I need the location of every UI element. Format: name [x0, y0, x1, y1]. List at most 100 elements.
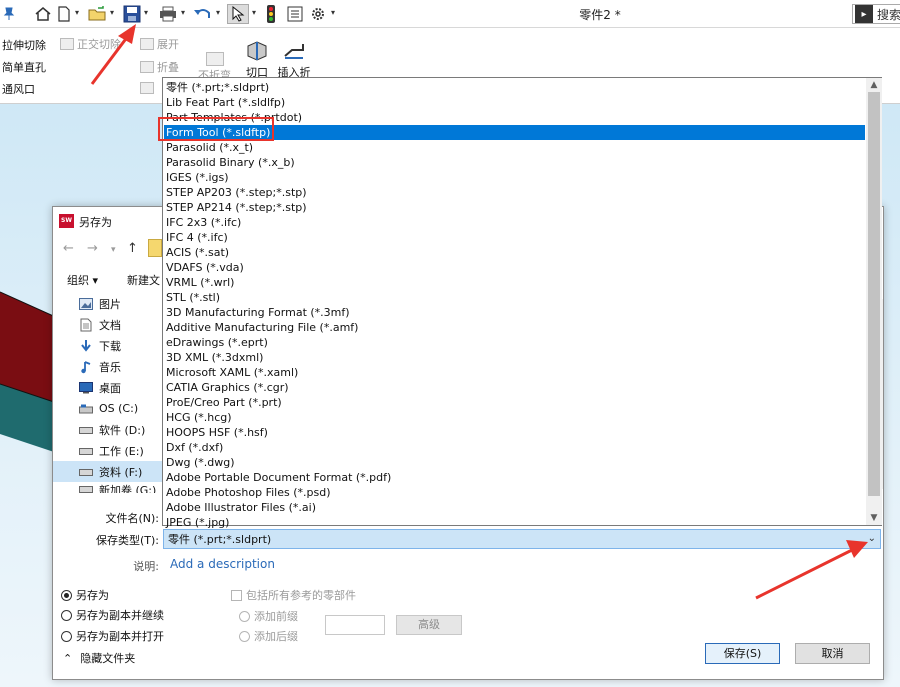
print-dropdown-arrow[interactable]: ▾ [181, 8, 189, 18]
scroll-down-arrow-icon[interactable]: ▼ [866, 511, 882, 525]
filetype-list-scrollbar[interactable]: ▲ ▼ [866, 78, 882, 525]
vent-command[interactable]: 通风口 [2, 81, 35, 97]
filetype-option[interactable]: 3D XML (*.3dxml) [164, 350, 865, 365]
simple-hole-command[interactable]: 简单直孔 [2, 59, 46, 75]
home-icon[interactable] [34, 4, 52, 24]
advanced-button[interactable]: 高级 [396, 615, 462, 635]
filetype-option[interactable]: Parasolid Binary (*.x_b) [164, 155, 865, 170]
select-dropdown-arrow[interactable]: ▾ [252, 8, 260, 18]
extruded-cut-command[interactable]: 拉伸切除 [2, 37, 46, 53]
filetype-option[interactable]: Dwg (*.dwg) [164, 455, 865, 470]
radio-label: 另存为副本并打开 [76, 630, 164, 643]
filetype-option[interactable]: HOOPS HSF (*.hsf) [164, 425, 865, 440]
radio-save-as[interactable]: 另存为 [61, 587, 109, 603]
filetype-option[interactable]: Form Tool (*.sldftp) [164, 125, 865, 140]
fold-command[interactable]: 折叠 [140, 59, 179, 75]
filetype-option[interactable]: Microsoft XAML (*.xaml) [164, 365, 865, 380]
filetype-option[interactable]: IGES (*.igs) [164, 170, 865, 185]
filetype-option[interactable]: Adobe Illustrator Files (*.ai) [164, 500, 865, 515]
pin-icon[interactable] [2, 4, 16, 24]
organize-menu[interactable]: 组织 ▾ [67, 272, 98, 288]
new-dropdown-arrow[interactable]: ▾ [75, 8, 83, 18]
tree-item-pictures[interactable]: 图片 [53, 293, 165, 314]
cancel-button[interactable]: 取消 [795, 643, 870, 664]
search-command-icon[interactable]: ▸ [855, 5, 873, 23]
radio-save-copy-open[interactable]: 另存为副本并打开 [61, 628, 164, 644]
scroll-thumb[interactable] [868, 92, 880, 496]
up-arrow-icon[interactable]: ↑ [127, 241, 138, 256]
undo-dropdown-arrow[interactable]: ▾ [216, 8, 224, 18]
recent-locations-chevron-icon[interactable]: ▾ [111, 245, 116, 255]
unfold-command[interactable]: 展开 [140, 36, 179, 52]
filetype-option[interactable]: STEP AP214 (*.step;*.stp) [164, 200, 865, 215]
filetype-option[interactable]: ACIS (*.sat) [164, 245, 865, 260]
filetype-option[interactable]: 3D Manufacturing Format (*.3mf) [164, 305, 865, 320]
undo-icon[interactable] [193, 4, 213, 24]
tree-item-drive-f[interactable]: 资料 (F:) [53, 461, 165, 482]
add-description-link[interactable]: Add a description [170, 557, 275, 571]
tree-item-drive-g[interactable]: 新加卷 (G:) [53, 482, 165, 493]
search-box[interactable]: ▸ 搜索 [852, 4, 900, 24]
ribbon-gray-extra [140, 82, 154, 94]
new-document-icon[interactable] [56, 4, 72, 24]
options-gear-icon[interactable] [309, 4, 327, 24]
tree-item-drive-c[interactable]: OS (C:) [53, 398, 165, 419]
filetype-option[interactable]: IFC 2x3 (*.ifc) [164, 215, 865, 230]
documents-icon [79, 318, 93, 332]
chevron-down-icon[interactable]: ⌄ [868, 533, 876, 544]
tree-item-desktop[interactable]: 桌面 [53, 377, 165, 398]
radio-add-prefix[interactable]: 添加前缀 [239, 608, 298, 624]
filetype-option[interactable]: ProE/Creo Part (*.prt) [164, 395, 865, 410]
filetype-option[interactable]: eDrawings (*.eprt) [164, 335, 865, 350]
options-dropdown-arrow[interactable]: ▾ [331, 8, 339, 18]
tree-item-label: 下载 [99, 339, 121, 353]
select-cursor-icon[interactable] [227, 4, 249, 24]
filetype-option[interactable]: IFC 4 (*.ifc) [164, 230, 865, 245]
tree-item-documents[interactable]: 文档 [53, 314, 165, 335]
filetype-option[interactable]: VRML (*.wrl) [164, 275, 865, 290]
open-dropdown-arrow[interactable]: ▾ [110, 8, 118, 18]
filetype-option[interactable]: Parasolid (*.x_t) [164, 140, 865, 155]
tree-item-label: 桌面 [99, 381, 121, 395]
rip-command[interactable]: 切口 [241, 40, 273, 80]
radio-save-copy-continue[interactable]: 另存为副本并继续 [61, 607, 164, 623]
tree-item-downloads[interactable]: 下载 [53, 335, 165, 356]
filetype-option[interactable]: Part Templates (*.prtdot) [164, 110, 865, 125]
filetype-option[interactable]: 零件 (*.prt;*.sldprt) [164, 80, 865, 95]
hide-folders-toggle[interactable]: ⌃ 隐藏文件夹 [63, 650, 135, 666]
filetype-option[interactable]: STL (*.stl) [164, 290, 865, 305]
music-icon [79, 360, 93, 374]
new-folder-button[interactable]: 新建文 [127, 272, 160, 288]
save-icon[interactable] [122, 4, 142, 24]
tree-item-music[interactable]: 音乐 [53, 356, 165, 377]
filetype-option[interactable]: HCG (*.hcg) [164, 410, 865, 425]
tree-item-drive-e[interactable]: 工作 (E:) [53, 440, 165, 461]
print-icon[interactable] [158, 4, 178, 24]
filetype-option[interactable]: Dxf (*.dxf) [164, 440, 865, 455]
filetype-option[interactable]: Adobe Photoshop Files (*.psd) [164, 485, 865, 500]
scroll-up-arrow-icon[interactable]: ▲ [866, 78, 882, 92]
back-arrow-icon[interactable]: ← [63, 241, 74, 256]
filetype-option[interactable]: CATIA Graphics (*.cgr) [164, 380, 865, 395]
radio-add-suffix[interactable]: 添加后缀 [239, 628, 298, 644]
save-button[interactable]: 保存(S) [705, 643, 780, 664]
unfold-label: 展开 [157, 38, 179, 51]
filetype-option[interactable]: JPEG (*.jpg) [164, 515, 865, 530]
forward-arrow-icon[interactable]: → [87, 241, 98, 256]
prefix-suffix-input[interactable] [325, 615, 385, 635]
open-folder-icon[interactable] [88, 4, 108, 24]
tree-item-drive-d[interactable]: 软件 (D:) [53, 419, 165, 440]
filetype-option[interactable]: VDAFS (*.vda) [164, 260, 865, 275]
include-references-checkbox[interactable]: 包括所有参考的零部件 [231, 587, 356, 603]
filetype-combobox[interactable]: 零件 (*.prt;*.sldprt) ⌄ [163, 529, 881, 549]
normal-cut-command[interactable]: 正交切除 [60, 36, 121, 52]
save-dropdown-arrow[interactable]: ▾ [144, 8, 152, 18]
filetype-option[interactable]: STEP AP203 (*.step;*.stp) [164, 185, 865, 200]
filetype-option[interactable]: Lib Feat Part (*.sldlfp) [164, 95, 865, 110]
address-folder-icon[interactable] [148, 239, 162, 257]
filetype-option[interactable]: Additive Manufacturing File (*.amf) [164, 320, 865, 335]
rebuild-traffic-light-icon[interactable] [264, 4, 278, 24]
filetype-option[interactable]: Adobe Portable Document Format (*.pdf) [164, 470, 865, 485]
file-properties-icon[interactable] [286, 4, 304, 24]
filetype-selected-value: 零件 (*.prt;*.sldprt) [168, 533, 272, 546]
